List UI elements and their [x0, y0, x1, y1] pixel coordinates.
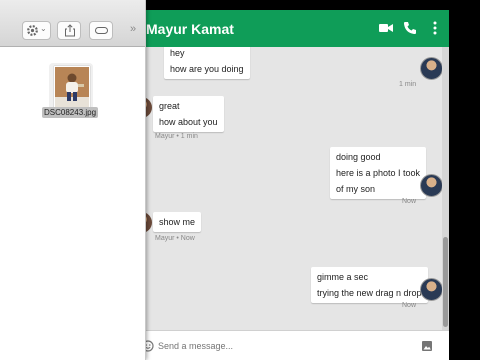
image-icon[interactable]	[421, 340, 433, 352]
message-timestamp: Mayur • Now	[155, 235, 195, 242]
more-icon[interactable]	[427, 20, 443, 36]
action-menu-button[interactable]: ⌄	[22, 21, 51, 40]
contact-name: Mayur Kamat	[146, 21, 234, 37]
tag-icon	[95, 27, 108, 34]
message-list: hey how are you doing 1 min great how ab…	[140, 47, 442, 330]
message-text: here is a photo I took	[336, 168, 421, 178]
child-photo-icon	[55, 67, 89, 108]
message-text: doing good	[336, 152, 381, 162]
avatar	[420, 174, 442, 197]
photo-thumbnail	[54, 66, 90, 109]
avatar	[420, 278, 442, 301]
tags-button[interactable]	[89, 21, 113, 40]
scrollbar[interactable]	[442, 47, 449, 330]
message-text: trying the new drag n drop	[317, 288, 422, 298]
message-timestamp: Now	[402, 198, 417, 205]
chevron-down-icon: ⌄	[40, 24, 47, 33]
message-text: gimme a sec	[317, 272, 369, 282]
compose-bar	[140, 330, 449, 360]
message-bubble: show me	[153, 212, 202, 232]
message-timestamp: Now	[402, 302, 417, 309]
file-name-label: DSC08243.jpg	[42, 107, 99, 118]
share-icon	[65, 24, 75, 37]
overflow-icon[interactable]: »	[130, 23, 136, 35]
scrollbar-thumb[interactable]	[443, 237, 448, 327]
message-timestamp: 1 min	[399, 81, 417, 88]
file-thumbnail-frame	[49, 63, 93, 111]
gear-icon	[27, 25, 38, 36]
message-bubble: doing good here is a photo I took of my …	[330, 147, 427, 199]
message-text: hey	[170, 48, 185, 58]
chat-header: Mayur Kamat	[140, 10, 449, 47]
message-text: of my son	[336, 184, 376, 194]
screen: Mayur Kamat hey how are you doing 1 min	[0, 0, 480, 360]
finder-window: ⌄ » DSC08243.jpg	[0, 0, 146, 360]
finder-toolbar: ⌄ »	[0, 0, 145, 47]
message-bubble: great how about you	[153, 96, 224, 132]
share-button[interactable]	[57, 21, 81, 40]
message-text: great	[159, 101, 180, 111]
message-text: how about you	[159, 117, 218, 127]
message-bubble: gimme a sec trying the new drag n drop	[311, 267, 428, 303]
chat-window: Mayur Kamat hey how are you doing 1 min	[140, 10, 449, 360]
message-timestamp: Mayur • 1 min	[155, 133, 198, 140]
message-text: how are you doing	[170, 64, 244, 74]
avatar	[420, 57, 442, 80]
video-icon[interactable]	[378, 20, 394, 36]
message-text: show me	[159, 217, 196, 227]
file-item[interactable]: DSC08243.jpg	[40, 58, 104, 122]
phone-icon[interactable]	[402, 20, 418, 36]
message-input[interactable]	[158, 339, 408, 353]
message-bubble: hey how are you doing	[164, 47, 250, 79]
